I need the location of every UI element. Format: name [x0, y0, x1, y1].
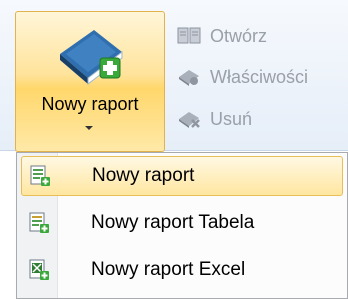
new-report-icon	[30, 165, 50, 186]
menu-item-label: Nowy raport Tabela	[91, 212, 255, 233]
open-button[interactable]: Otwórz	[172, 21, 348, 51]
menu-item-new-report-table[interactable]: Nowy raport Tabela	[21, 203, 343, 243]
new-report-table-icon	[29, 212, 49, 233]
open-label: Otwórz	[210, 25, 268, 46]
dropdown-arrow-icon[interactable]	[85, 126, 93, 130]
delete-button[interactable]: Usuń	[172, 104, 348, 134]
menu-item-label: Nowy raport	[92, 165, 195, 186]
ribbon-group: Nowy raport Otwórz Właściwości Usuń	[0, 0, 348, 152]
menu-item-new-report-excel[interactable]: Nowy raport Excel	[21, 250, 343, 290]
properties-button[interactable]: Właściwości	[172, 62, 348, 92]
book-icon	[177, 27, 201, 44]
delete-icon	[179, 112, 200, 128]
menu-item-new-report[interactable]: Nowy raport	[21, 156, 343, 196]
new-report-label: Nowy raport	[41, 94, 139, 114]
menu-item-label: Nowy raport Excel	[91, 259, 246, 280]
properties-label: Właściwości	[210, 66, 309, 87]
delete-label: Usuń	[210, 108, 253, 129]
new-report-menu: Nowy raport Nowy raport Tabela Nowy rapo…	[16, 152, 348, 299]
properties-icon	[179, 70, 199, 86]
book-add-icon	[56, 24, 126, 95]
new-report-button[interactable]: Nowy raport	[15, 11, 165, 152]
new-report-excel-icon	[29, 259, 49, 280]
